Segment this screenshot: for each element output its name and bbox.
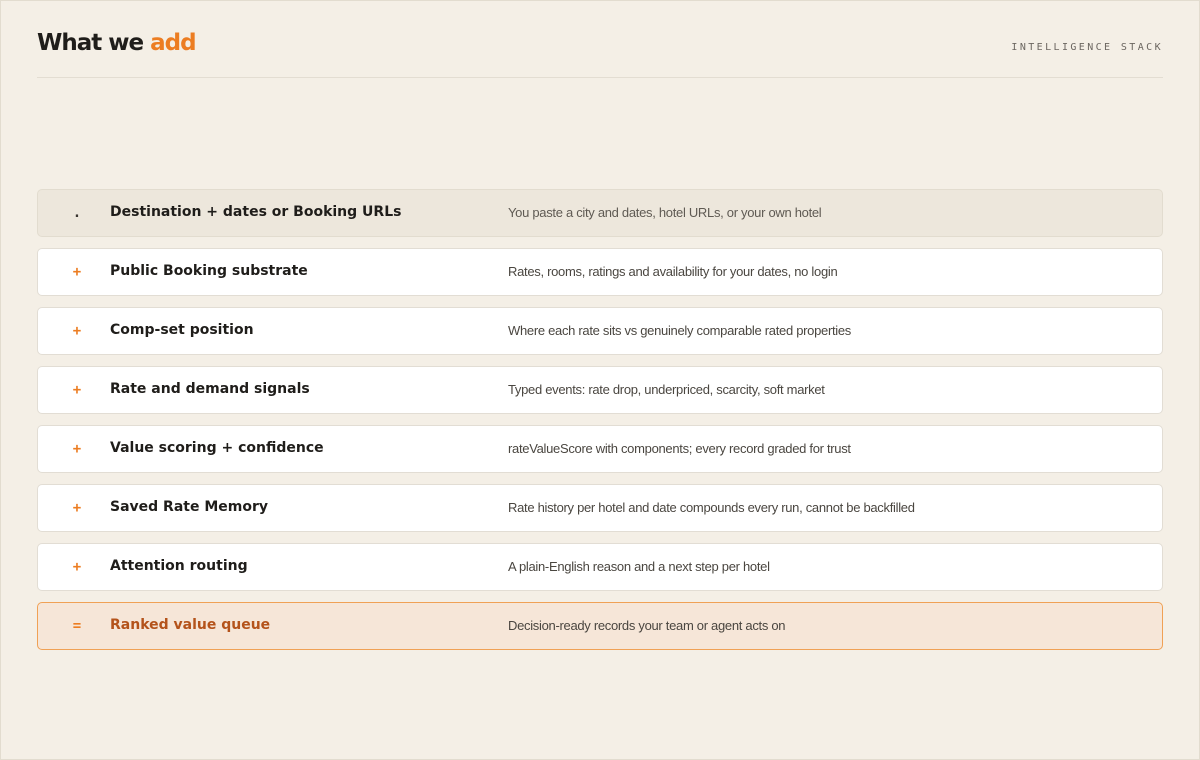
row-description: rateValueScore with components; every re… <box>508 441 851 456</box>
row-label: Rate and demand signals <box>110 381 310 397</box>
plus-icon: + <box>72 382 82 398</box>
plus-icon: + <box>72 500 82 516</box>
row-label: Ranked value queue <box>110 617 271 633</box>
section-eyebrow: INTELLIGENCE STACK <box>1011 42 1163 53</box>
stack-row-layer: + Attention routing A plain-English reas… <box>37 543 1163 591</box>
stack-row-layer: + Saved Rate Memory Rate history per hot… <box>37 484 1163 532</box>
row-label: Destination + dates or Booking URLs <box>110 204 402 220</box>
row-description: Where each rate sits vs genuinely compar… <box>508 323 851 338</box>
bullet-icon: . <box>72 205 82 221</box>
title-accent: add <box>150 30 196 56</box>
row-description: A plain-English reason and a next step p… <box>508 559 770 574</box>
stack-row-layer: + Value scoring + confidence rateValueSc… <box>37 425 1163 473</box>
stack-row-layer: + Public Booking substrate Rates, rooms,… <box>37 248 1163 296</box>
row-description: Decision-ready records your team or agen… <box>508 618 786 633</box>
title-main: What we <box>37 30 144 56</box>
stack-row-input: . Destination + dates or Booking URLs Yo… <box>37 189 1163 237</box>
row-label: Saved Rate Memory <box>110 499 268 515</box>
row-label: Public Booking substrate <box>110 263 308 279</box>
plus-icon: + <box>72 559 82 575</box>
plus-icon: + <box>72 441 82 457</box>
row-description: Rate history per hotel and date compound… <box>508 500 915 515</box>
plus-icon: + <box>72 264 82 280</box>
plus-icon: + <box>72 323 82 339</box>
row-label: Comp-set position <box>110 322 254 338</box>
stack-row-layer: + Comp-set position Where each rate sits… <box>37 307 1163 355</box>
page-title: What we add <box>37 30 197 56</box>
row-description: Typed events: rate drop, underpriced, sc… <box>508 382 825 397</box>
section-header: What we add INTELLIGENCE STACK <box>37 30 1163 78</box>
row-label: Value scoring + confidence <box>110 440 324 456</box>
intelligence-stack: . Destination + dates or Booking URLs Yo… <box>37 189 1163 661</box>
stack-row-layer: + Rate and demand signals Typed events: … <box>37 366 1163 414</box>
row-description: Rates, rooms, ratings and availability f… <box>508 264 838 279</box>
row-description: You paste a city and dates, hotel URLs, … <box>508 205 822 220</box>
row-label: Attention routing <box>110 558 248 574</box>
stack-row-output: = Ranked value queue Decision-ready reco… <box>37 602 1163 650</box>
equals-icon: = <box>72 618 82 634</box>
